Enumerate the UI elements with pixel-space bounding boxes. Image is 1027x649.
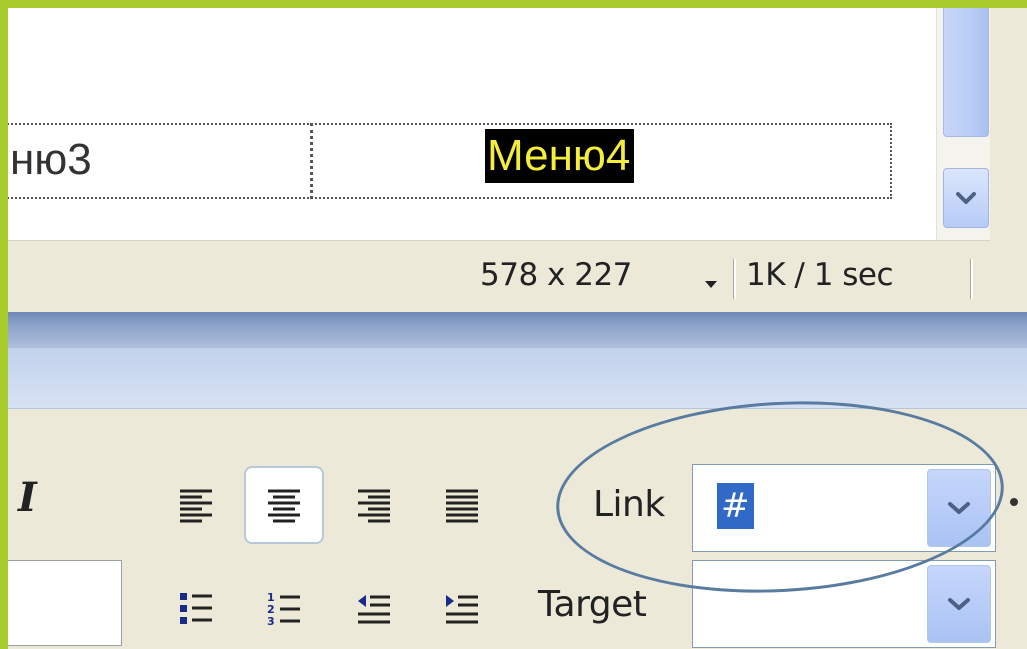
panel-splitter[interactable] [8,312,1027,348]
triangle-down-icon[interactable] [705,281,717,288]
chevron-down-icon [956,192,976,204]
status-divider [970,259,973,299]
editor-window: ню3 Меню4 578 x 227 1K / 1 sec I 1 2 3 L… [8,8,1027,649]
italic-button[interactable]: I [18,473,58,523]
align-center-icon [268,489,300,523]
align-left-button[interactable] [156,466,236,544]
target-dropdown-button[interactable] [927,565,991,643]
scroll-down-button[interactable] [943,168,989,228]
target-label: Target [538,584,647,625]
indent-button[interactable] [422,570,502,648]
align-left-icon [180,489,212,523]
svg-text:3: 3 [267,615,275,628]
menu-item-4-selected[interactable]: Меню4 [485,129,635,183]
align-center-button[interactable] [244,466,324,544]
vertical-scrollbar[interactable] [936,8,991,240]
menu-table[interactable]: ню3 Меню4 [8,123,892,199]
ordered-list-button[interactable]: 123 [244,570,324,648]
target-combobox[interactable] [692,560,996,648]
indent-icon [446,595,478,624]
align-justify-icon [446,489,478,523]
scrollbar-thumb[interactable] [943,8,989,137]
menu-item-3[interactable]: ню3 [10,135,92,185]
outdent-icon [358,595,390,624]
link-dropdown-button[interactable] [927,469,991,547]
align-right-icon [358,489,390,523]
link-combobox[interactable]: # [692,464,996,552]
unordered-list-button[interactable] [156,570,236,648]
browse-dot [1010,498,1018,506]
link-label: Link [593,484,665,525]
properties-panel-header[interactable] [8,348,1027,409]
ordered-list-icon: 123 [267,591,300,628]
unordered-list-icon [180,593,212,624]
design-view[interactable]: ню3 Меню4 [8,8,936,240]
align-right-button[interactable] [334,466,414,544]
chevron-down-icon [948,502,970,514]
link-input-value[interactable]: # [717,483,754,529]
outdent-button[interactable] [334,570,414,648]
font-size-field[interactable] [8,560,122,646]
window-size-readout[interactable]: 578 x 227 [480,257,632,293]
align-justify-button[interactable] [422,466,502,544]
window-edge [990,8,1027,312]
table-cell-divider [310,123,313,199]
status-divider [733,259,736,299]
chevron-down-icon [948,598,970,610]
download-size-time: 1K / 1 sec [746,257,894,293]
status-bar: 578 x 227 1K / 1 sec [8,240,990,313]
